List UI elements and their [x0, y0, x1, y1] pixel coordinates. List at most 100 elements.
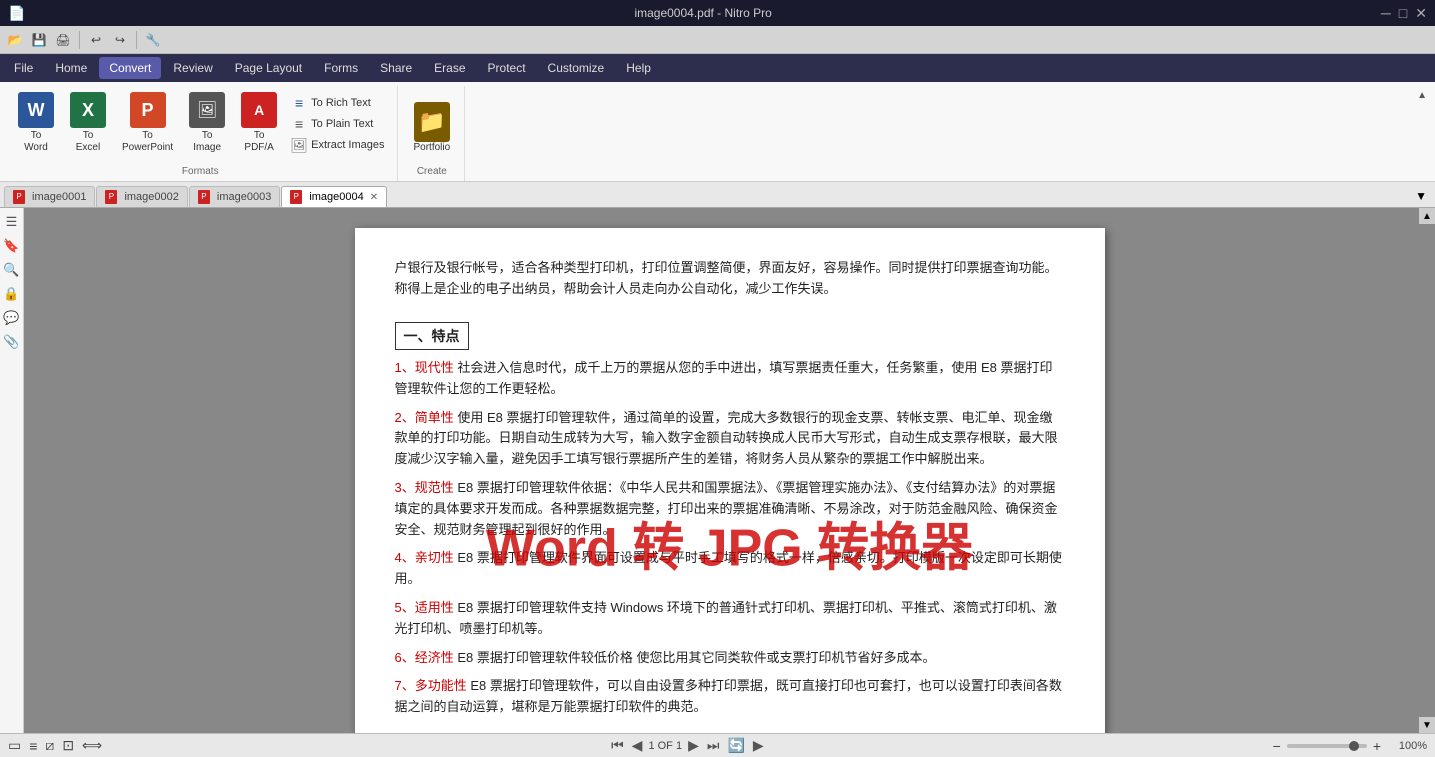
tab-image0001[interactable]: P image0001 — [4, 186, 95, 207]
extract-images-button[interactable]: 🖼 Extract Images — [287, 135, 388, 155]
left-sidebar: ☰ 🔖 🔍 🔒 💬 📎 — [0, 208, 24, 733]
feature-1: 1、现代性 社会进入信息时代，成千上万的票据从您的手中进出，填写票据责任重大，任… — [395, 358, 1065, 400]
to-rich-text-label: To Rich Text — [311, 97, 371, 109]
nav-next-button[interactable]: ▶ — [686, 737, 701, 754]
undo-button[interactable]: ↩ — [85, 29, 107, 51]
menu-customize[interactable]: Customize — [538, 57, 615, 79]
feature-5: 5、适用性 E8 票据打印管理软件支持 Windows 环境下的普通针式打印机、… — [395, 598, 1065, 640]
maximize-button[interactable]: □ — [1399, 5, 1407, 22]
sidebar-bookmarks-icon[interactable]: 🔖 — [2, 236, 22, 256]
tab-label-image0003: image0003 — [217, 191, 271, 203]
scroll-top-button[interactable]: ▲ — [1419, 208, 1435, 224]
rich-text-icon: ≡ — [291, 95, 307, 111]
nav-first-button[interactable]: ⏮ — [609, 737, 626, 754]
nav-play-button[interactable]: ▶ — [751, 737, 766, 754]
feature-7-text: E8 票据打印管理软件，可以自由设置多种打印票据，既可直接打印也可套打，也可以设… — [395, 678, 1062, 714]
menu-convert[interactable]: Convert — [99, 57, 161, 79]
portfolio-button[interactable]: 📁 Portfolio — [408, 90, 457, 158]
nav-refresh-button[interactable]: 🔄 — [725, 737, 746, 754]
view-fit-button[interactable]: ⊡ — [62, 737, 74, 754]
sidebar-search-icon[interactable]: 🔍 — [2, 260, 22, 280]
tools-button[interactable]: 🔧 — [142, 29, 164, 51]
open-button[interactable]: 📂 — [4, 29, 26, 51]
minimize-button[interactable]: ─ — [1381, 5, 1391, 22]
save-button[interactable]: 💾 — [28, 29, 50, 51]
feature-7-label: 7、多功能性 — [395, 678, 467, 693]
menu-share[interactable]: Share — [370, 57, 422, 79]
tab-image0003[interactable]: P image0003 — [189, 186, 280, 207]
view-continuous-button[interactable]: ≡ — [29, 738, 37, 754]
sidebar-comments-icon[interactable]: 💬 — [2, 308, 22, 328]
to-excel-label: ToExcel — [76, 130, 100, 154]
page-info: 1 OF 1 — [648, 740, 682, 752]
tab-icon-image0004: P — [290, 190, 302, 204]
feature-2-text: 使用 E8 票据打印管理软件，通过简单的设置，完成大多数银行的现金支票、转帐支票… — [395, 410, 1058, 467]
ribbon-small-buttons: ≡ To Rich Text ≡ To Plain Text 🖼 Extract… — [287, 90, 388, 158]
zoom-slider[interactable] — [1287, 744, 1367, 748]
feature-6-text: E8 票据打印管理软件较低价格 使您比用其它同类软件或支票打印机节省好多成本。 — [457, 650, 935, 665]
view-two-page-button[interactable]: ⧄ — [45, 737, 54, 754]
feature-2-label: 2、简单性 — [395, 410, 454, 425]
formats-group-label: Formats — [182, 166, 219, 179]
to-word-button[interactable]: W ToWord — [12, 90, 60, 158]
tab-label-image0004: image0004 — [309, 191, 363, 203]
menu-home[interactable]: Home — [45, 57, 97, 79]
print-button[interactable]: 🖨 — [52, 29, 74, 51]
title-bar-title: image0004.pdf - Nitro Pro — [25, 6, 1380, 20]
feature-5-text: E8 票据打印管理软件支持 Windows 环境下的普通针式打印机、票据打印机、… — [395, 600, 1057, 636]
feature-4-label: 4、亲切性 — [395, 550, 454, 565]
feature-7: 7、多功能性 E8 票据打印管理软件，可以自由设置多种打印票据，既可直接打印也可… — [395, 676, 1065, 718]
tab-image0002[interactable]: P image0002 — [96, 186, 187, 207]
menu-file[interactable]: File — [4, 57, 43, 79]
zoom-level: 100% — [1387, 740, 1427, 752]
to-plain-text-button[interactable]: ≡ To Plain Text — [287, 114, 388, 134]
sidebar-security-icon[interactable]: 🔒 — [2, 284, 22, 304]
tab-label-image0002: image0002 — [124, 191, 178, 203]
scroll-bottom-button[interactable]: ▼ — [1419, 717, 1435, 733]
tab-icon-image0003: P — [198, 190, 210, 204]
feature-1-text: 社会进入信息时代，成千上万的票据从您的手中进出，填写票据责任重大，任务繁重，使用… — [395, 360, 1053, 396]
view-single-button[interactable]: ▭ — [8, 737, 21, 754]
tab-icon-image0001: P — [13, 190, 25, 204]
redo-button[interactable]: ↪ — [109, 29, 131, 51]
nav-last-button[interactable]: ⏭ — [705, 737, 722, 754]
to-powerpoint-button[interactable]: P ToPowerPoint — [116, 90, 179, 158]
to-image-button[interactable]: 🖼 ToImage — [183, 90, 231, 158]
view-fit-width-button[interactable]: ⟺ — [82, 737, 102, 754]
ribbon-large-buttons: W ToWord X ToExcel P ToPowerPoint — [12, 90, 389, 158]
to-plain-text-label: To Plain Text — [311, 118, 373, 130]
zoom-out-button[interactable]: − — [1273, 738, 1281, 754]
zoom-slider-thumb — [1349, 741, 1359, 751]
zoom-in-button[interactable]: + — [1373, 738, 1381, 754]
content-scroll[interactable]: Word 转 JPG 转换器 户银行及银行帐号，适合各种类型打印机，打印位置调整… — [24, 208, 1435, 733]
menu-page-layout[interactable]: Page Layout — [225, 57, 312, 79]
sidebar-attachments-icon[interactable]: 📎 — [2, 332, 22, 352]
to-excel-button[interactable]: X ToExcel — [64, 90, 112, 158]
nav-prev-button[interactable]: ◀ — [630, 737, 645, 754]
menu-erase[interactable]: Erase — [424, 57, 475, 79]
app-icon: 📄 — [8, 5, 25, 22]
title-bar-left: 📄 — [8, 5, 25, 22]
tab-dropdown-button[interactable]: ▼ — [1411, 185, 1431, 207]
menu-help[interactable]: Help — [616, 57, 661, 79]
status-nav: ⏮ ◀ 1 OF 1 ▶ ⏭ 🔄 ▶ — [609, 737, 766, 754]
menu-forms[interactable]: Forms — [314, 57, 368, 79]
to-pdfa-button[interactable]: A ToPDF/A — [235, 90, 283, 158]
tab-image0004[interactable]: P image0004 ✕ — [281, 186, 387, 207]
menu-protect[interactable]: Protect — [478, 57, 536, 79]
ribbon: W ToWord X ToExcel P ToPowerPoint — [0, 82, 1435, 182]
tab-close-image0004[interactable]: ✕ — [370, 192, 378, 203]
content-area[interactable]: ▲ Word 转 JPG 转换器 户银行及银行帐号，适合各种类型打印机，打印位置… — [24, 208, 1435, 733]
close-button[interactable]: ✕ — [1415, 5, 1427, 22]
main-area: ☰ 🔖 🔍 🔒 💬 📎 ▲ Word 转 JPG 转换器 户银行及银行帐号，适合… — [0, 208, 1435, 733]
feature-2: 2、简单性 使用 E8 票据打印管理软件，通过简单的设置，完成大多数银行的现金支… — [395, 408, 1065, 470]
sidebar-thumbnails-icon[interactable]: ☰ — [2, 212, 22, 232]
to-word-label: ToWord — [24, 130, 48, 154]
ribbon-collapse-button[interactable]: ▲ — [1417, 90, 1427, 101]
pdf-page: Word 转 JPG 转换器 户银行及银行帐号，适合各种类型打印机，打印位置调整… — [355, 228, 1105, 733]
portfolio-icon: 📁 — [414, 104, 450, 140]
menu-review[interactable]: Review — [163, 57, 222, 79]
intro-text: 户银行及银行帐号，适合各种类型打印机，打印位置调整简便，界面友好，容易操作。同时… — [395, 258, 1065, 300]
to-rich-text-button[interactable]: ≡ To Rich Text — [287, 93, 388, 113]
feature-4-text: E8 票据打印管理软件界面可设置成与平时手工填写的格式一样，倍感亲切。打印模版一… — [395, 550, 1062, 586]
